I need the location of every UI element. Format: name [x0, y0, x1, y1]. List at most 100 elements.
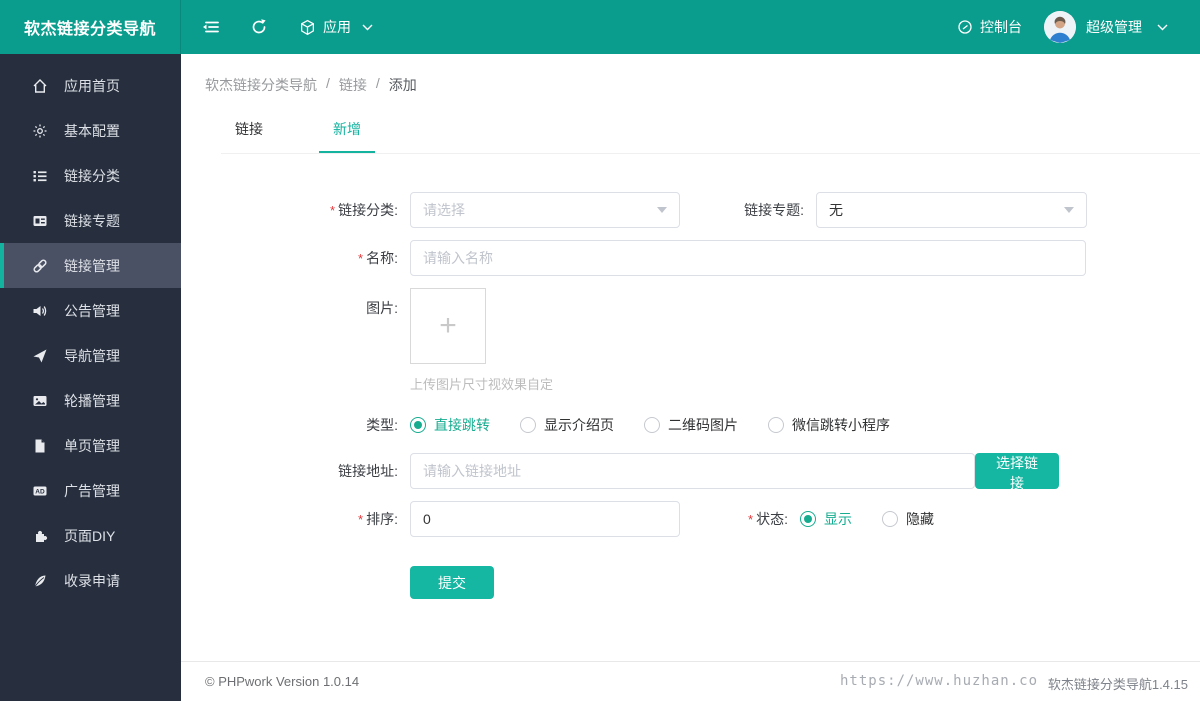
required-asterisk: *	[358, 512, 364, 527]
required-asterisk: *	[330, 203, 336, 218]
breadcrumb-item[interactable]: 软杰链接分类导航	[205, 75, 317, 95]
sidebar-item-notice-manage[interactable]: 公告管理	[0, 288, 181, 333]
puzzle-icon	[32, 528, 48, 544]
sort-input[interactable]	[410, 501, 680, 537]
required-asterisk: *	[748, 512, 754, 527]
select-caret-icon	[1064, 207, 1074, 213]
cube-icon	[297, 17, 317, 37]
radio-icon	[768, 417, 784, 433]
sort-label: * 排序:	[358, 511, 398, 527]
select-caret-icon	[657, 207, 667, 213]
image-icon	[32, 393, 48, 409]
submit-button[interactable]: 提交	[410, 566, 494, 599]
topic-select-value: 无	[829, 202, 843, 218]
sidebar-item-label: 广告管理	[64, 482, 120, 499]
sidebar-item-nav-manage[interactable]: 导航管理	[0, 333, 181, 378]
watermark: https://www.huzhan.co 软杰链接分类导航1.4.15	[840, 671, 1190, 693]
type-radio-intro-page[interactable]: 显示介绍页	[520, 415, 614, 435]
console-label: 控制台	[980, 19, 1022, 35]
status-radio-show[interactable]: 显示	[800, 509, 852, 529]
copyright-text: © PHPwork Version 1.0.14	[205, 674, 360, 689]
topic-select[interactable]: 无	[816, 192, 1087, 228]
home-icon	[32, 78, 48, 94]
sidebar-item-page-diy[interactable]: 页面DIY	[0, 513, 181, 558]
image-upload-box[interactable]: +	[410, 288, 486, 364]
sidebar-item-label: 链接分类	[64, 167, 120, 184]
category-select[interactable]: 请选择	[410, 192, 680, 228]
app-dropdown[interactable]: 应用	[297, 17, 377, 37]
collapse-menu-icon[interactable]	[201, 17, 221, 37]
breadcrumb-item[interactable]: 链接	[339, 75, 367, 95]
name-input[interactable]	[410, 240, 1086, 276]
tab-links[interactable]: 链接	[221, 109, 277, 153]
user-label: 超级管理	[1086, 19, 1142, 35]
breadcrumb-separator: /	[326, 75, 330, 91]
console-link[interactable]: 控制台	[955, 17, 1022, 37]
breadcrumb: 软杰链接分类导航 / 链接 / 添加	[181, 54, 1200, 95]
sidebar-item-label: 收录申请	[64, 572, 120, 589]
sidebar-item-label: 页面DIY	[64, 527, 116, 544]
radio-icon	[882, 511, 898, 527]
status-radio-group: 显示 隐藏	[800, 509, 964, 529]
svg-text:AD: AD	[35, 488, 45, 495]
add-link-form: *链接分类: 请选择 链接专题: 无 *名称: 图片: + 上传图片尺寸视效	[181, 154, 1200, 611]
sidebar-item-carousel-manage[interactable]: 轮播管理	[0, 378, 181, 423]
image-upload-hint: 上传图片尺寸视效果自定	[410, 377, 554, 392]
file-icon	[32, 438, 48, 454]
sidebar-item-page-manage[interactable]: 单页管理	[0, 423, 181, 468]
required-asterisk: *	[358, 251, 364, 266]
ad-icon: AD	[32, 483, 48, 499]
footer: © PHPwork Version 1.0.14 https://www.huz…	[181, 661, 1200, 701]
type-radio-direct-jump[interactable]: 直接跳转	[410, 415, 490, 435]
main-content: 软杰链接分类导航 / 链接 / 添加 链接 新增 * 链接分类: 请选择 链接专题…	[181, 54, 1200, 701]
name-label: * 名称:	[358, 250, 398, 266]
pick-link-button[interactable]: 选择链接	[975, 453, 1059, 491]
dashboard-icon	[955, 17, 975, 37]
app-dropdown-label: 应用	[323, 19, 351, 35]
radio-icon	[520, 417, 536, 433]
tab-new[interactable]: 新增	[319, 109, 375, 153]
top-header: 软杰链接分类导航 应用 控制台 超级管理	[0, 0, 1200, 54]
feather-icon	[32, 573, 48, 589]
type-radio-wechat-miniapp[interactable]: 微信跳转小程序	[768, 415, 890, 435]
list-icon	[32, 168, 48, 184]
sidebar-item-link-category[interactable]: 链接分类	[0, 153, 181, 198]
avatar	[1044, 11, 1076, 43]
sidebar-item-label: 公告管理	[64, 302, 120, 319]
sidebar-item-label: 链接管理	[64, 257, 120, 274]
type-radio-group: 直接跳转 显示介绍页 二维码图片 微信跳转小程序	[410, 415, 920, 435]
user-chevron-down-icon	[1152, 17, 1172, 37]
gear-icon	[32, 123, 48, 139]
refresh-icon[interactable]	[249, 17, 269, 37]
radio-icon	[800, 511, 816, 527]
status-radio-hide[interactable]: 隐藏	[882, 509, 934, 529]
breadcrumb-separator: /	[375, 75, 380, 91]
url-input[interactable]	[410, 453, 975, 489]
sidebar-item-label: 应用首页	[64, 77, 120, 94]
status-label: * 状态:	[748, 511, 788, 527]
radio-icon	[644, 417, 660, 433]
sidebar-item-ad-manage[interactable]: AD 广告管理	[0, 468, 181, 513]
radio-icon	[410, 417, 426, 433]
card-icon	[32, 213, 48, 229]
image-label: 图片:	[366, 300, 398, 316]
watermark-url: https://www.huzhan.co	[840, 673, 1039, 689]
sidebar-item-inclusion-apply[interactable]: 收录申请	[0, 558, 181, 603]
topic-label: 链接专题:	[744, 202, 804, 218]
sidebar-item-label: 轮播管理	[64, 392, 120, 409]
sidebar-item-link-manage[interactable]: 链接管理	[0, 243, 181, 288]
sidebar-item-label: 链接专题	[64, 212, 120, 229]
sidebar: 应用首页 基本配置 链接分类 链接专题 链接管理 公告管理 导航管理 轮播管理 …	[0, 54, 181, 701]
sidebar-item-link-topic[interactable]: 链接专题	[0, 198, 181, 243]
link-icon	[32, 258, 48, 274]
send-icon	[32, 348, 48, 364]
type-label: 类型:	[366, 417, 398, 433]
plus-icon: +	[439, 309, 457, 342]
watermark-title: 软杰链接分类导航1.4.15	[1047, 677, 1188, 692]
type-radio-qrcode[interactable]: 二维码图片	[644, 415, 738, 435]
sidebar-item-app-home[interactable]: 应用首页	[0, 63, 181, 108]
category-select-placeholder: 请选择	[423, 202, 465, 218]
user-menu[interactable]: 超级管理	[1044, 11, 1172, 43]
sidebar-item-basic-config[interactable]: 基本配置	[0, 108, 181, 153]
sidebar-item-label: 导航管理	[64, 347, 120, 364]
